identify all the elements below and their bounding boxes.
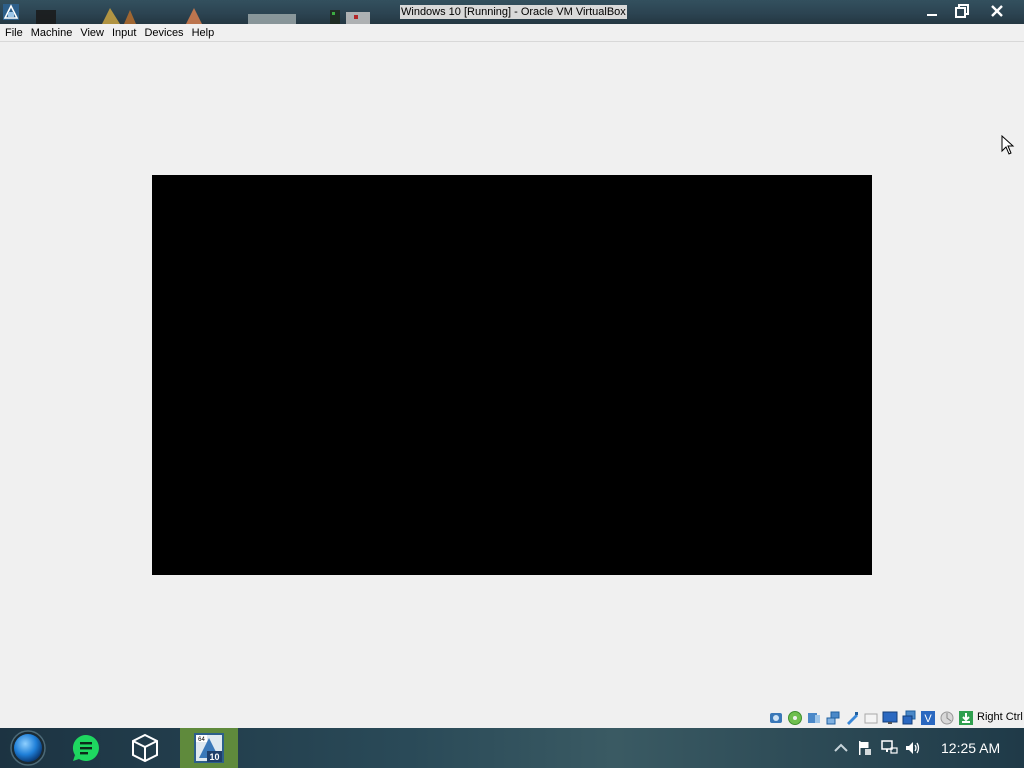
hard-disk-icon[interactable] xyxy=(768,710,784,726)
menu-input[interactable]: Input xyxy=(108,24,140,42)
close-icon xyxy=(991,5,1003,17)
taskbar-clock[interactable]: 12:25 AM xyxy=(941,740,1000,756)
minimize-icon xyxy=(927,14,937,16)
host-key-label: Right Ctrl xyxy=(977,711,1023,723)
window-title: Windows 10 [Running] - Oracle VM Virtual… xyxy=(400,5,627,19)
start-orb-icon xyxy=(10,730,46,766)
start-button[interactable] xyxy=(0,728,56,768)
show-hidden-icons-icon[interactable] xyxy=(832,739,850,757)
mouse-cursor-icon xyxy=(1001,135,1015,155)
taskbar-chat-app[interactable] xyxy=(58,728,114,768)
taskbar-3d-app[interactable] xyxy=(117,728,173,768)
video-capture-icon[interactable] xyxy=(901,710,917,726)
titlebar-background-decoration xyxy=(36,8,370,24)
mouse-integration-icon[interactable] xyxy=(939,710,955,726)
shared-folders-icon[interactable] xyxy=(863,710,879,726)
menu-devices[interactable]: Devices xyxy=(140,24,187,42)
restore-icon xyxy=(955,4,969,18)
status-bar: V Right Ctrl xyxy=(0,707,1024,728)
optical-drive-icon[interactable] xyxy=(787,710,803,726)
menu-bar: File Machine View Input Devices Help xyxy=(0,24,1024,42)
menu-file[interactable]: File xyxy=(1,24,27,42)
vm-screen[interactable] xyxy=(152,175,872,575)
menu-view[interactable]: View xyxy=(76,24,108,42)
close-button[interactable] xyxy=(982,0,1012,22)
taskbar-windows10-vm[interactable]: 64 10 xyxy=(180,728,238,768)
menu-machine[interactable]: Machine xyxy=(27,24,77,42)
svg-text:10: 10 xyxy=(209,752,219,762)
virtualbox-app-icon[interactable] xyxy=(2,3,20,21)
restore-button[interactable] xyxy=(947,0,977,22)
menu-help[interactable]: Help xyxy=(188,24,219,42)
svg-text:64: 64 xyxy=(198,737,205,743)
network-icon[interactable] xyxy=(825,710,841,726)
windows10-vm-icon: 64 10 xyxy=(194,733,224,763)
volume-icon[interactable] xyxy=(904,739,922,757)
audio-icon[interactable] xyxy=(806,710,822,726)
vm-display-area[interactable] xyxy=(0,42,1024,707)
network-tray-icon[interactable] xyxy=(880,739,898,757)
minimize-button[interactable] xyxy=(917,0,947,22)
usb-icon[interactable] xyxy=(844,710,860,726)
system-tray xyxy=(832,728,922,768)
display-icon[interactable] xyxy=(882,710,898,726)
taskbar: 64 10 12:25 AM xyxy=(0,728,1024,768)
keyboard-icon[interactable] xyxy=(958,710,974,726)
action-center-flag-icon[interactable] xyxy=(856,739,874,757)
title-bar[interactable]: Windows 10 [Running] - Oracle VM Virtual… xyxy=(0,0,1024,24)
svg-text:V: V xyxy=(924,713,932,725)
virtualization-icon[interactable]: V xyxy=(920,710,936,726)
virtualbox-icon xyxy=(132,733,158,763)
chat-app-icon xyxy=(72,734,99,761)
